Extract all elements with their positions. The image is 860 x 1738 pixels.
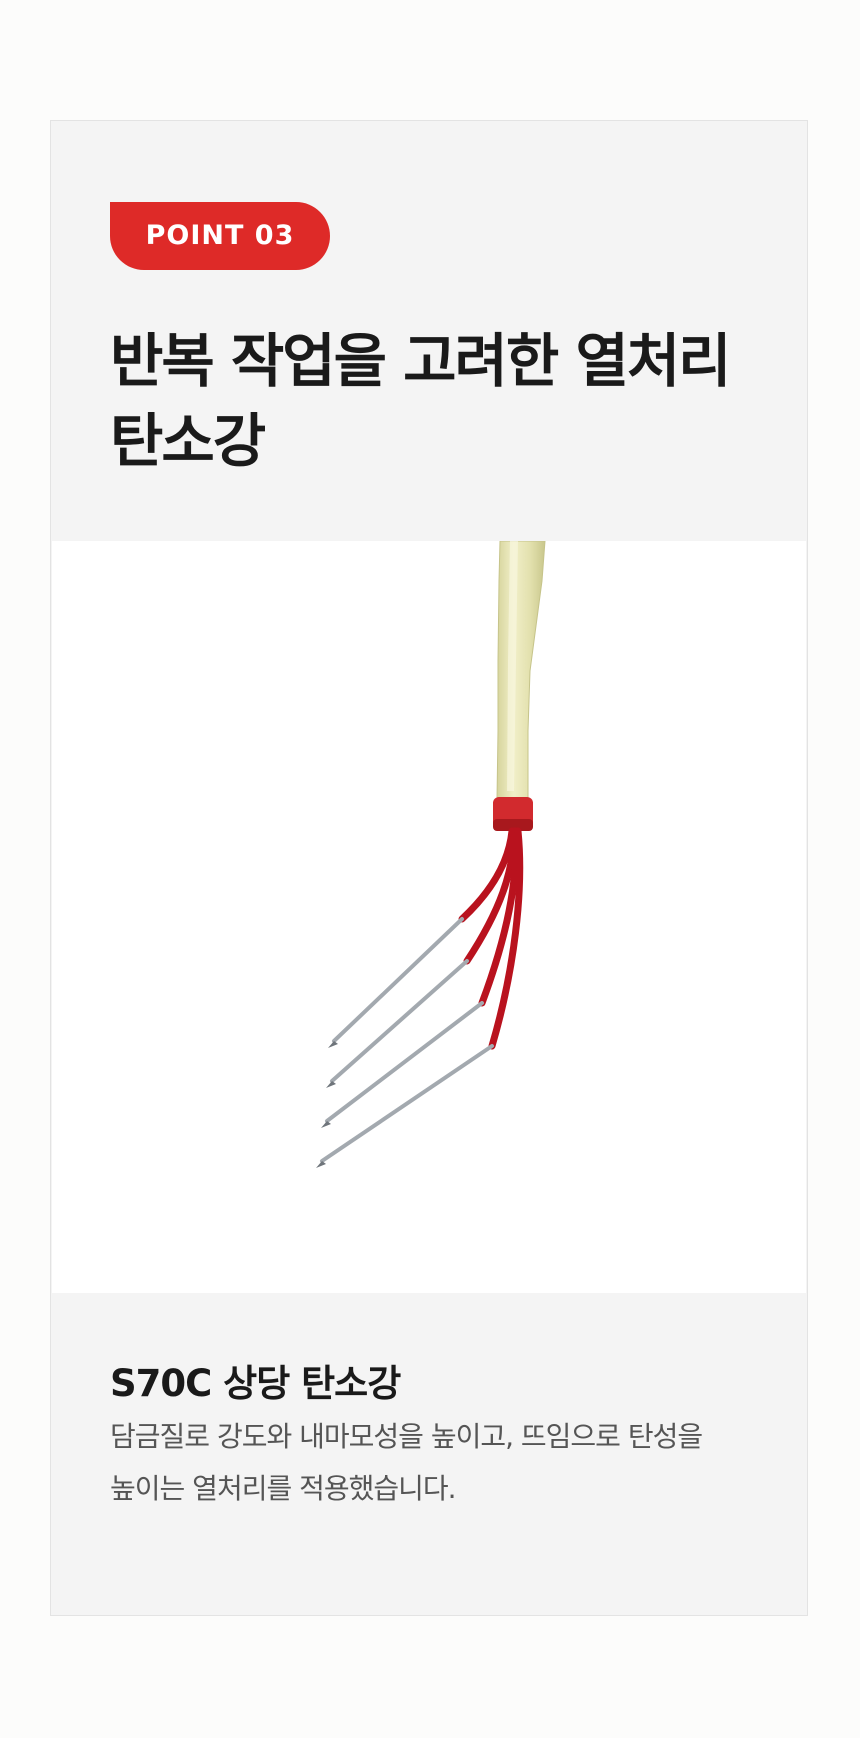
tine-1-red: [458, 827, 516, 923]
point-badge: POINT 03: [110, 202, 330, 270]
feature-card: POINT 03 반복 작업을 고려한 열처리 탄소강 S70C 상당 탄소강 …: [50, 120, 808, 1616]
handle-shape: [496, 541, 546, 800]
feature-description-line-2: 높이는 열처리를 적용했습니다.: [110, 1472, 457, 1505]
rake-tines-icon: [316, 541, 546, 1168]
feature-description-line-1: 담금질로 강도와 내마모성을 높이고, 뜨임으로 탄성을: [110, 1420, 703, 1453]
product-image: [52, 541, 806, 1293]
section-title: 반복 작업을 고려한 열처리 탄소강: [110, 321, 750, 481]
section-title-line-2: 탄소강: [110, 407, 266, 475]
section-title-line-1: 반복 작업을 고려한 열처리: [110, 327, 732, 395]
feature-description: 담금질로 강도와 내마모성을 높이고, 뜨임으로 탄성을 높이는 열처리를 적용…: [110, 1411, 770, 1515]
feature-title: S70C 상당 탄소강: [110, 1362, 401, 1405]
